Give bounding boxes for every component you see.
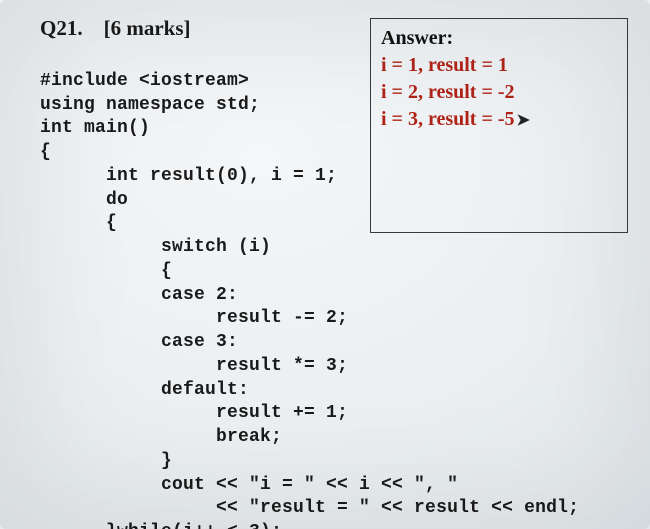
code-line: default: [40, 380, 249, 400]
code-line: break; [40, 427, 282, 447]
answer-line-3: i = 3, result = -5➤ [381, 106, 617, 133]
answer-title: Answer: [381, 25, 617, 52]
code-line: << "result = " << result << endl; [40, 498, 579, 518]
code-line: result += 1; [40, 403, 348, 423]
code-line: result *= 3; [40, 356, 348, 376]
code-line: }while(i++ < 3); [40, 522, 282, 529]
code-line: int result(0), i = 1; [40, 166, 337, 186]
code-line: { [40, 142, 51, 162]
code-line: do [40, 190, 128, 210]
code-line: result -= 2; [40, 308, 348, 328]
answer-line-1: i = 1, result = 1 [381, 52, 617, 79]
code-line: { [40, 261, 172, 281]
code-line: cout << "i = " << i << ", " [40, 475, 458, 495]
code-line: using namespace std; [40, 95, 260, 115]
code-line: switch (i) [40, 237, 271, 257]
cursor-icon: ➤ [517, 110, 530, 132]
code-line: case 3: [40, 332, 238, 352]
question-header: Q21. [6 marks] [40, 16, 191, 41]
code-line: { [40, 213, 117, 233]
answer-box: Answer: i = 1, result = 1 i = 2, result … [370, 18, 628, 233]
question-number: Q21. [40, 16, 83, 40]
code-line: } [40, 451, 172, 471]
code-line: #include <iostream> [40, 71, 249, 91]
question-marks: [6 marks] [104, 16, 191, 40]
answer-line-2: i = 2, result = -2 [381, 79, 617, 106]
code-line: int main() [40, 118, 150, 138]
code-line: case 2: [40, 285, 238, 305]
